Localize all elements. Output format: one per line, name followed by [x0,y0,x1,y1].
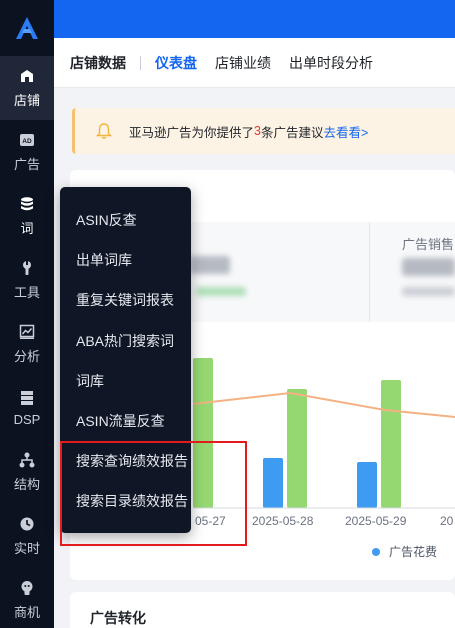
ad-conversion-title: 广告转化 [90,610,146,626]
trend-line [192,391,455,418]
notice-suffix: 条广告建议 [260,125,324,140]
sidebar-item-opportunity[interactable]: 商机 [0,568,54,628]
wrench-icon [18,259,36,277]
bell-icon [95,123,113,139]
bar-group-2025-05-28 [263,389,307,508]
chart-icon [18,323,36,341]
ad-suggestion-notice: 亚马逊广告为你提供了 3 条广告建议 去看看> [72,108,455,154]
sidebar-item-label: DSP [13,412,41,427]
tab-order-time-analysis[interactable]: 出单时段分析 [289,53,373,73]
x-tick-label: 20 [440,514,454,528]
tab-store-performance[interactable]: 店铺业绩 [215,53,271,73]
notice-count: 3 [254,124,261,138]
sidebar-item-label: 分析 [13,349,40,364]
menu-item-keyword-library[interactable]: 词库 [60,361,191,401]
x-tick-label: 2025-05-29 [345,514,407,528]
blurred-ad-sales-value [402,258,455,276]
sidebar-item-label: 商机 [13,605,40,620]
sidebar-item-label: 结构 [13,477,40,492]
chart-legend[interactable]: 广告花费 [372,543,437,560]
menu-item-asin-traffic-lookup[interactable]: ASIN流量反查 [60,401,191,441]
logo-icon[interactable] [0,0,54,56]
tab-divider [140,55,141,70]
sidebar-item-label: 实时 [13,541,40,556]
x-tick-label: 2025-05-28 [252,514,314,528]
ad-icon: AD [18,131,36,149]
server-icon [18,389,36,407]
menu-item-duplicate-keywords[interactable]: 重复关键词报表 [60,280,191,320]
top-header-bar [54,0,455,38]
metric-divider [369,222,370,322]
notice-view-link[interactable]: 去看看> [323,122,368,141]
sidebar-item-label: 店铺 [13,93,40,108]
sidebar-item-words[interactable]: 词 [0,184,54,248]
tab-bar: 店铺数据 仪表盘 店铺业绩 出单时段分析 [54,38,455,88]
bar-group-2025-05-29 [357,380,401,508]
blurred-metric-value [190,256,230,274]
database-icon [18,195,36,213]
store-icon [18,67,36,85]
legend-label: 广告花费 [389,545,438,559]
sidebar-item-dsp[interactable]: DSP [0,376,54,440]
clock-icon [18,515,36,533]
menu-item-asin-lookup[interactable]: ASIN反查 [60,200,191,240]
blurred-ad-sales-change [402,287,455,296]
bar-blue[interactable] [357,462,377,508]
blurred-metric-change [196,287,246,296]
bar-blue[interactable] [263,458,283,508]
bar-green[interactable] [381,380,401,508]
sidebar-item-analysis[interactable]: 分析 [0,312,54,376]
tab-store-data[interactable]: 店铺数据 [70,53,126,73]
notice-prefix: 亚马逊广告为你提供了 [129,125,255,140]
bar-green[interactable] [287,389,307,508]
menu-item-order-keywords[interactable]: 出单词库 [60,240,191,280]
sidebar-item-structure[interactable]: 结构 [0,440,54,504]
sidebar-item-ad[interactable]: AD 广告 [0,120,54,184]
hierarchy-icon [18,451,36,469]
menu-item-aba-search-terms[interactable]: ABA热门搜索词 [60,321,191,361]
lightbulb-icon [18,579,36,597]
sidebar-item-label: 广告 [13,157,40,172]
highlight-box [60,441,247,546]
legend-dot [372,547,380,556]
ad-sales-metric-title: 广告销售 [402,237,455,252]
sidebar-item-tools[interactable]: 工具 [0,248,54,312]
sidebar-item-label: 词 [20,221,34,236]
sidebar-item-store[interactable]: 店铺 [0,56,54,120]
sidebar: 店铺 AD 广告 词 工具 分析 DSP 结构 实时 商机 [0,0,54,628]
sidebar-item-label: 工具 [13,285,40,300]
tab-dashboard[interactable]: 仪表盘 [155,53,197,73]
ad-badge-text: AD [22,138,32,145]
sidebar-item-realtime[interactable]: 实时 [0,504,54,568]
